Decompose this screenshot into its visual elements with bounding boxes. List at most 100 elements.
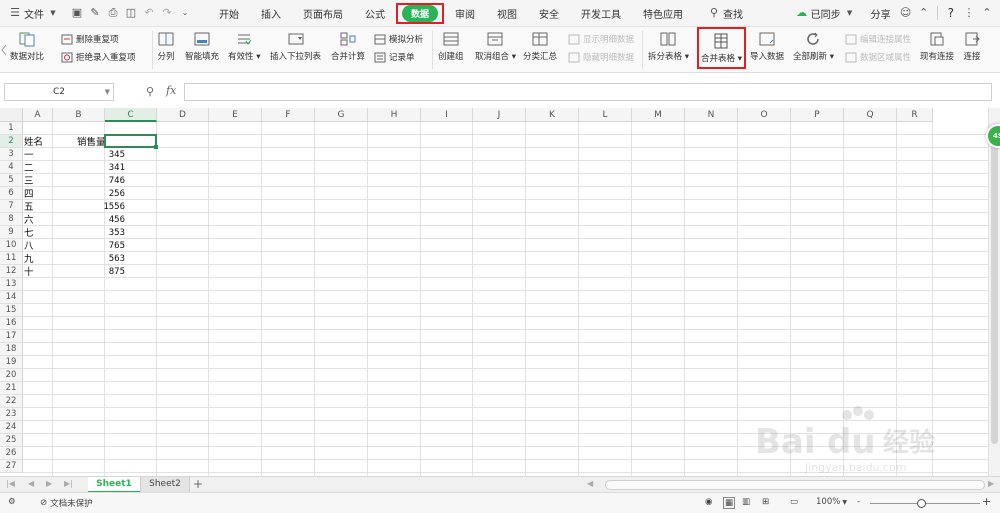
file-menu[interactable]: ☰ 文件 ▼ bbox=[0, 0, 68, 27]
reject-duplicates-button[interactable]: 拒绝录入重复项 bbox=[61, 50, 136, 64]
row-header-27[interactable]: 27 bbox=[0, 460, 23, 473]
cell-b9[interactable]: 353 bbox=[75, 227, 127, 240]
zoom-in-button[interactable]: + bbox=[982, 495, 991, 508]
prev-sheet-icon[interactable]: ◀ bbox=[28, 479, 34, 488]
column-header-d[interactable]: D bbox=[157, 108, 209, 122]
row-header-26[interactable]: 26 bbox=[0, 447, 23, 460]
delete-duplicates-button[interactable]: 删除重复项 bbox=[61, 32, 119, 46]
cell-a3[interactable]: 一 bbox=[24, 149, 76, 162]
cell-b6[interactable]: 256 bbox=[75, 188, 127, 201]
sheet-tab-sheet2[interactable]: Sheet2 bbox=[140, 477, 190, 493]
insert-dropdown-list-button[interactable]: 插入下拉列表 bbox=[270, 27, 321, 62]
column-header-b[interactable]: B bbox=[53, 108, 105, 122]
column-header-i[interactable]: I bbox=[421, 108, 473, 122]
vertical-scroll-thumb[interactable] bbox=[991, 144, 998, 444]
row-header-3[interactable]: 3 bbox=[0, 148, 23, 161]
last-sheet-icon[interactable]: ▶| bbox=[64, 479, 73, 488]
row-header-14[interactable]: 14 bbox=[0, 291, 23, 304]
split-table-button[interactable]: 拆分表格 ▾ bbox=[648, 27, 689, 62]
search-button[interactable]: ⚲ 查找 bbox=[694, 0, 754, 27]
tab-security[interactable]: 安全 bbox=[528, 0, 570, 27]
row-header-11[interactable]: 11 bbox=[0, 252, 23, 265]
customize-icon[interactable]: ⌄ bbox=[178, 6, 192, 20]
row-header-18[interactable]: 18 bbox=[0, 343, 23, 356]
row-header-19[interactable]: 19 bbox=[0, 356, 23, 369]
tab-review[interactable]: 审阅 bbox=[444, 0, 486, 27]
column-header-c[interactable]: C bbox=[105, 108, 157, 122]
reading-mode-icon[interactable]: ▭ bbox=[790, 497, 798, 507]
refresh-all-button[interactable]: 全部刷新 ▾ bbox=[793, 27, 834, 62]
row-header-17[interactable]: 17 bbox=[0, 330, 23, 343]
share-button[interactable]: 分享 bbox=[865, 0, 897, 27]
tab-developer[interactable]: 开发工具 bbox=[570, 0, 632, 27]
name-box[interactable]: C2 ▼ bbox=[4, 83, 114, 101]
zoom-search-icon[interactable]: ⚲ bbox=[146, 85, 154, 98]
collapse-ribbon-icon[interactable]: ⌃ bbox=[980, 6, 994, 20]
cell-b12[interactable]: 875 bbox=[75, 266, 127, 279]
cell-b5[interactable]: 746 bbox=[75, 175, 127, 188]
more-icon[interactable]: ⋮ bbox=[962, 6, 976, 20]
row-header-4[interactable]: 4 bbox=[0, 161, 23, 174]
row-header-23[interactable]: 23 bbox=[0, 408, 23, 421]
eye-protection-icon[interactable]: ◉ bbox=[705, 497, 712, 507]
sheet-tab-sheet1[interactable]: Sheet1 bbox=[88, 477, 140, 493]
row-header-22[interactable]: 22 bbox=[0, 395, 23, 408]
page-break-view-icon[interactable]: ⊞ bbox=[762, 497, 769, 507]
tab-home[interactable]: 开始 bbox=[208, 0, 250, 27]
create-group-button[interactable]: 创建组 bbox=[438, 27, 464, 62]
zoom-out-button[interactable]: - bbox=[857, 497, 860, 507]
row-header-1[interactable]: 1 bbox=[0, 122, 23, 135]
cell-b10[interactable]: 765 bbox=[75, 240, 127, 253]
zoom-slider-knob[interactable] bbox=[917, 499, 926, 508]
zoom-level-dropdown[interactable]: 100% ▼ bbox=[816, 497, 847, 507]
print-icon[interactable]: ⎙ bbox=[106, 6, 120, 20]
region-properties-button[interactable]: 数据区域属性 bbox=[845, 50, 911, 64]
insert-function-button[interactable]: fx bbox=[166, 84, 176, 97]
fill-handle[interactable] bbox=[154, 145, 158, 149]
cell-b11[interactable]: 563 bbox=[75, 253, 127, 266]
row-header-10[interactable]: 10 bbox=[0, 239, 23, 252]
formula-input[interactable] bbox=[184, 83, 992, 101]
print-preview-icon[interactable]: ◫ bbox=[124, 6, 138, 20]
cancel-group-button[interactable]: 取消组合 ▾ bbox=[475, 27, 516, 62]
validity-button[interactable]: 有效性 ▾ bbox=[228, 27, 260, 62]
tab-special[interactable]: 特色应用 bbox=[632, 0, 694, 27]
row-header-21[interactable]: 21 bbox=[0, 382, 23, 395]
column-header-h[interactable]: H bbox=[368, 108, 421, 122]
cell-a2[interactable]: 姓名 bbox=[24, 136, 76, 149]
show-detail-button[interactable]: 显示明细数据 bbox=[568, 32, 634, 46]
cell-a6[interactable]: 四 bbox=[24, 188, 76, 201]
column-header-o[interactable]: O bbox=[738, 108, 791, 122]
smart-fill-button[interactable]: 智能填充 bbox=[185, 27, 219, 62]
row-header-20[interactable]: 20 bbox=[0, 369, 23, 382]
row-header-9[interactable]: 9 bbox=[0, 226, 23, 239]
cell-b8[interactable]: 456 bbox=[75, 214, 127, 227]
row-header-6[interactable]: 6 bbox=[0, 187, 23, 200]
row-header-25[interactable]: 25 bbox=[0, 434, 23, 447]
cell-a11[interactable]: 九 bbox=[24, 253, 76, 266]
selected-cell[interactable] bbox=[104, 134, 157, 148]
redo-icon[interactable]: ↷ bbox=[160, 6, 174, 20]
format-painter-icon[interactable]: ✎ bbox=[88, 6, 102, 20]
document-protection-status[interactable]: ⊘ 文档未保护 bbox=[40, 497, 93, 509]
page-layout-view-icon[interactable]: ▥ bbox=[742, 497, 750, 507]
connect-button[interactable]: 连接 bbox=[963, 27, 981, 62]
tab-insert[interactable]: 插入 bbox=[250, 0, 292, 27]
column-header-e[interactable]: E bbox=[209, 108, 262, 122]
cell-a4[interactable]: 二 bbox=[24, 162, 76, 175]
record-form-button[interactable]: 记录单 bbox=[374, 50, 415, 64]
row-header-12[interactable]: 12 bbox=[0, 265, 23, 278]
ribbon-left-scroll-icon[interactable] bbox=[0, 27, 8, 73]
macro-icon[interactable]: ⚙ bbox=[8, 497, 16, 507]
scroll-left-icon[interactable]: ◀ bbox=[587, 479, 593, 488]
cell-a5[interactable]: 三 bbox=[24, 175, 76, 188]
row-header-15[interactable]: 15 bbox=[0, 304, 23, 317]
first-sheet-icon[interactable]: |◀ bbox=[6, 479, 15, 488]
vertical-scrollbar[interactable] bbox=[988, 108, 1000, 476]
tab-data[interactable]: 数据 bbox=[396, 2, 445, 24]
row-header-13[interactable]: 13 bbox=[0, 278, 23, 291]
column-header-k[interactable]: K bbox=[526, 108, 579, 122]
cell-a10[interactable]: 八 bbox=[24, 240, 76, 253]
cell-a8[interactable]: 六 bbox=[24, 214, 76, 227]
cell-a9[interactable]: 七 bbox=[24, 227, 76, 240]
